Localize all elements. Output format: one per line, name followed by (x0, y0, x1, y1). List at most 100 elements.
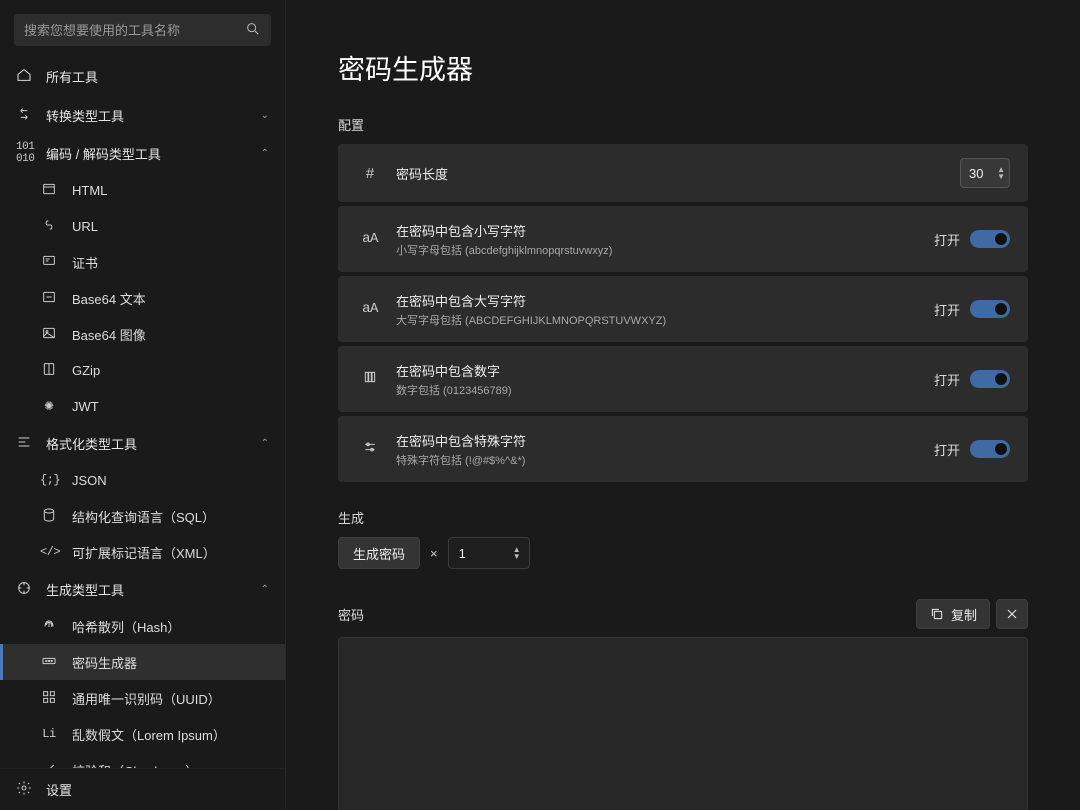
nav-head-gen-label: 生成类型工具 (46, 580, 247, 599)
nav-item-b64text[interactable]: Base64 文本 (0, 280, 285, 316)
sliders-icon (356, 439, 384, 459)
b64-text-icon (40, 289, 58, 308)
format-icon (16, 434, 32, 453)
aa-icon: aA (356, 231, 384, 247)
nav-item-pwd-label: 密码生成器 (72, 653, 269, 672)
password-header: 密码 复制 (338, 599, 1028, 629)
nav-item-cert-label: 证书 (72, 253, 269, 272)
nav-item-url[interactable]: URL (0, 208, 285, 244)
json-icon: {;} (40, 473, 58, 487)
clear-button[interactable] (996, 599, 1028, 629)
nav-section-convert: 转换类型工具 ⌄ (0, 96, 285, 134)
xml-icon: </> (40, 545, 58, 559)
hash-icon: # (356, 165, 384, 182)
numbers-state: 打开 (934, 370, 960, 389)
nav-settings[interactable]: 设置 (0, 768, 285, 810)
special-toggle[interactable] (970, 440, 1010, 458)
nav-head-format[interactable]: 格式化类型工具 ⌃ (0, 424, 285, 462)
spinner-icon[interactable]: ▲▼ (513, 546, 521, 560)
password-output[interactable] (338, 637, 1028, 810)
link-icon (40, 217, 58, 236)
lowercase-state: 打开 (934, 230, 960, 249)
nav-head-encode[interactable]: 101010 编码 / 解码类型工具 ⌃ (0, 134, 285, 172)
copy-icon (929, 606, 945, 622)
nav-item-html[interactable]: HTML (0, 172, 285, 208)
generate-row: 生成密码 × 1 ▲▼ (338, 537, 1028, 569)
nav-item-pwd[interactable]: 密码生成器 (0, 644, 285, 680)
nav-item-sql[interactable]: 结构化查询语言（SQL） (0, 498, 285, 534)
nav-item-jwt-label: JWT (72, 399, 269, 414)
nav-item-lorem-label: 乱数假文（Lorem Ipsum） (72, 725, 269, 744)
nav-item-html-label: HTML (72, 183, 269, 198)
nav-item-json-label: JSON (72, 473, 269, 488)
chevron-down-icon: ⌄ (261, 110, 269, 121)
sql-icon (40, 507, 58, 526)
nav-item-checksum-label: 校验和（Checksum） (72, 761, 269, 769)
nav-item-xml[interactable]: </> 可扩展标记语言（XML） (0, 534, 285, 570)
gzip-icon (40, 361, 58, 380)
nav-item-cert[interactable]: 证书 (0, 244, 285, 280)
special-sub: 特殊字符包括 (!@#$%^&*) (396, 452, 934, 468)
generate-label: 生成 (338, 508, 1028, 527)
convert-icon (16, 106, 32, 125)
nav-item-hash[interactable]: 哈希散列（Hash） (0, 608, 285, 644)
fingerprint-icon (40, 617, 58, 636)
nav-section-format: 格式化类型工具 ⌃ {;} JSON 结构化查询语言（SQL） </> 可扩展标… (0, 424, 285, 570)
special-state: 打开 (934, 440, 960, 459)
close-icon (1004, 606, 1020, 622)
nav-item-sql-label: 结构化查询语言（SQL） (72, 507, 269, 526)
sidebar: 所有工具 转换类型工具 ⌄ 101010 编码 / 解码类型工具 ⌃ HTML (0, 0, 286, 810)
nav-head-gen[interactable]: 生成类型工具 ⌃ (0, 570, 285, 608)
lowercase-toggle[interactable] (970, 230, 1010, 248)
count-value: 1 (459, 546, 466, 561)
search-box[interactable] (14, 14, 271, 46)
nav-item-jwt[interactable]: ✺ JWT (0, 388, 285, 424)
spinner-icon[interactable]: ▲▼ (997, 166, 1005, 180)
home-icon (16, 67, 32, 86)
nav-item-uuid-label: 通用唯一识别码（UUID） (72, 689, 269, 708)
card-special: 在密码中包含特殊字符 特殊字符包括 (!@#$%^&*) 打开 (338, 416, 1028, 482)
html-icon (40, 181, 58, 200)
b64-img-icon (40, 325, 58, 344)
length-value: 30 (969, 166, 983, 181)
card-length-body: 密码长度 (396, 164, 960, 183)
config-label: 配置 (338, 115, 1028, 134)
length-label: 密码长度 (396, 164, 960, 183)
nav-item-json[interactable]: {;} JSON (0, 462, 285, 498)
nav-item-uuid[interactable]: 通用唯一识别码（UUID） (0, 680, 285, 716)
nav-all-tools-label: 所有工具 (46, 67, 98, 86)
nav-all-tools[interactable]: 所有工具 (0, 56, 285, 96)
main: 密码生成器 配置 # 密码长度 30 ▲▼ aA 在密码中包含小写字符 小写字母… (286, 0, 1080, 810)
search-icon[interactable] (245, 21, 261, 40)
card-length: # 密码长度 30 ▲▼ (338, 144, 1028, 202)
password-icon (40, 653, 58, 672)
nav-item-lorem[interactable]: Li 乱数假文（Lorem Ipsum） (0, 716, 285, 752)
card-uppercase: aA 在密码中包含大写字符 大写字母包括 (ABCDEFGHIJKLMNOPQR… (338, 276, 1028, 342)
numbers-title: 在密码中包含数字 (396, 361, 934, 380)
generate-button[interactable]: 生成密码 (338, 537, 420, 569)
checksum-icon (40, 761, 58, 769)
times-symbol: × (430, 546, 438, 561)
lowercase-title: 在密码中包含小写字符 (396, 221, 934, 240)
page-title: 密码生成器 (338, 48, 1028, 87)
password-label: 密码 (338, 605, 910, 624)
uppercase-state: 打开 (934, 300, 960, 319)
numbers-toggle[interactable] (970, 370, 1010, 388)
nav-item-hash-label: 哈希散列（Hash） (72, 617, 269, 636)
copy-button[interactable]: 复制 (916, 599, 990, 629)
main-inner: 密码生成器 配置 # 密码长度 30 ▲▼ aA 在密码中包含小写字符 小写字母… (338, 0, 1028, 810)
numbers-sub: 数字包括 (0123456789) (396, 382, 934, 398)
length-input[interactable]: 30 ▲▼ (960, 158, 1010, 188)
nav-item-gzip[interactable]: GZip (0, 352, 285, 388)
numbers-icon (356, 369, 384, 389)
nav-item-b64img[interactable]: Base64 图像 (0, 316, 285, 352)
count-input[interactable]: 1 ▲▼ (448, 537, 530, 569)
search-input[interactable] (24, 23, 245, 38)
nav-head-format-label: 格式化类型工具 (46, 434, 247, 453)
nav-item-checksum[interactable]: 校验和（Checksum） (0, 752, 285, 768)
nav-section-encode: 101010 编码 / 解码类型工具 ⌃ HTML URL 证书 Base64 … (0, 134, 285, 424)
special-title: 在密码中包含特殊字符 (396, 431, 934, 450)
uppercase-toggle[interactable] (970, 300, 1010, 318)
lorem-icon: Li (40, 727, 58, 741)
nav-head-convert[interactable]: 转换类型工具 ⌄ (0, 96, 285, 134)
